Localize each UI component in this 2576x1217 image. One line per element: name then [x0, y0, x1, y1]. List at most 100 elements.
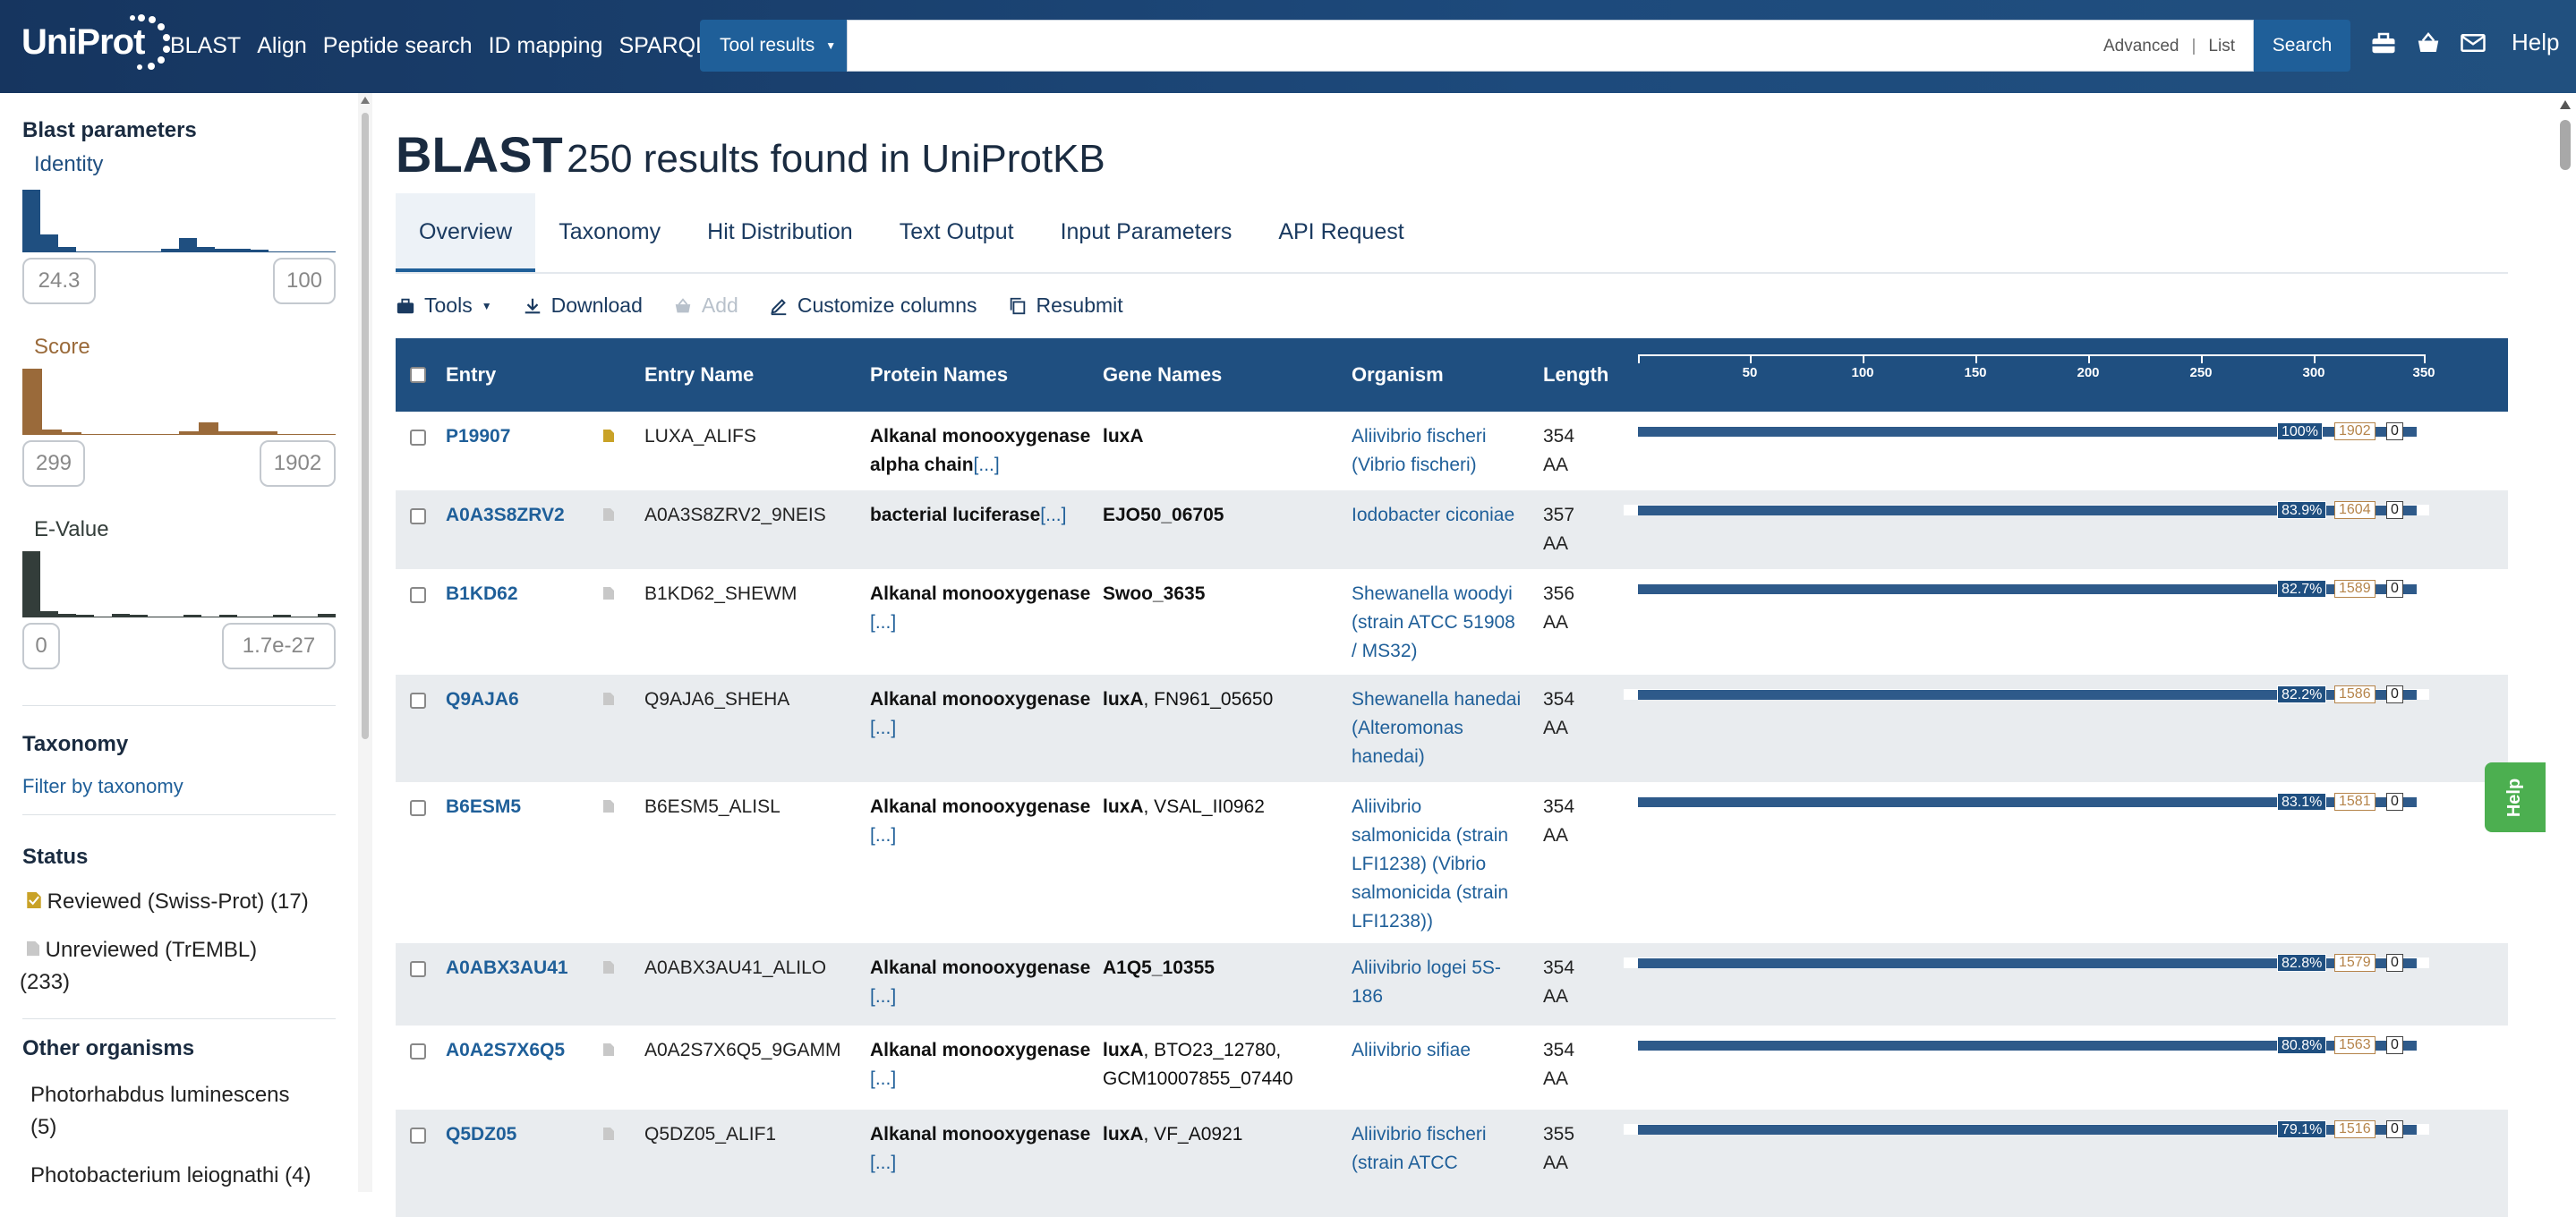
advanced-search-link[interactable]: Advanced: [2103, 37, 2179, 56]
status-reviewed-filter[interactable]: Reviewed (Swiss-Prot) (17): [27, 886, 309, 918]
organism-link[interactable]: Shewanella woodyi (strain ATCC 51908 / MS3…: [1352, 580, 1535, 666]
alignment-bar[interactable]: 83.1% 1581 0: [1624, 793, 2429, 811]
tab-input-parameters[interactable]: Input Parameters: [1037, 193, 1256, 272]
col-length[interactable]: Length: [1543, 338, 1608, 412]
sidebar-scrollbar[interactable]: [358, 93, 372, 1192]
help-side-tab[interactable]: Help: [2485, 762, 2546, 832]
alignment-bar[interactable]: 82.8% 1579 0: [1624, 954, 2429, 972]
scroll-up-icon[interactable]: [2560, 100, 2571, 109]
table-row[interactable]: Q5DZ05 Q5DZ05_ALIF1 Alkanal monooxygenase […: [396, 1110, 2508, 1217]
help-link[interactable]: Help: [2512, 29, 2559, 56]
nav-sparql[interactable]: SPARQL: [618, 27, 708, 64]
table-row[interactable]: A0ABX3AU41 A0ABX3AU41_ALILO Alkanal monoox…: [396, 943, 2508, 1026]
alignment-bar[interactable]: 100% 1902 0: [1624, 422, 2429, 440]
search-scope-dropdown[interactable]: Tool results ▼: [700, 20, 847, 72]
protein-names-more-link[interactable]: [...]: [870, 986, 896, 1007]
organism-link[interactable]: Aliivibrio salmonicida (strain LFI1238) (V…: [1352, 793, 1535, 936]
alignment-bar[interactable]: 82.7% 1589 0: [1624, 580, 2429, 598]
download-button[interactable]: Download: [523, 294, 643, 318]
nav-peptide-search[interactable]: Peptide search: [323, 27, 473, 64]
alignment-bar[interactable]: 80.8% 1563 0: [1624, 1036, 2429, 1054]
uniprot-logo[interactable]: UniProt: [21, 9, 170, 75]
page-scroll-thumb[interactable]: [2560, 120, 2571, 170]
evalue-max-input[interactable]: 1.7e-27: [222, 623, 336, 669]
entry-accession-link[interactable]: Q5DZ05: [446, 1120, 516, 1149]
search-button[interactable]: Search: [2254, 20, 2350, 72]
tab-taxonomy[interactable]: Taxonomy: [535, 193, 684, 272]
list-search-link[interactable]: List: [2208, 37, 2235, 56]
table-row[interactable]: A0A3S8ZRV2 A0A3S8ZRV2_9NEIS bacterial luci…: [396, 490, 2508, 569]
score-histogram[interactable]: [22, 363, 336, 435]
alignment-bar[interactable]: 79.1% 1516 0: [1624, 1120, 2429, 1138]
tab-overview[interactable]: Overview: [396, 193, 536, 272]
basket-icon[interactable]: [2415, 30, 2442, 56]
organism-filter-photorhabdus[interactable]: Photorhabdus luminescens (5): [30, 1079, 290, 1144]
alignment-bar[interactable]: 83.9% 1604 0: [1624, 501, 2429, 519]
sidebar-scroll-thumb[interactable]: [362, 113, 369, 739]
table-row[interactable]: B1KD62 B1KD62_SHEWM Alkanal monooxygenase […: [396, 569, 2508, 675]
table-row[interactable]: A0A2S7X6Q5 A0A2S7X6Q5_9GAMM Alkanal monoox…: [396, 1026, 2508, 1110]
organism-link[interactable]: Aliivibrio logei 5S- 186: [1352, 954, 1535, 1011]
score-max-input[interactable]: 1902: [260, 440, 336, 487]
evalue-histogram[interactable]: [22, 546, 336, 617]
identity-histogram[interactable]: [22, 181, 336, 252]
organism-link[interactable]: Iodobacter ciconiae: [1352, 501, 1535, 530]
nav-id-mapping[interactable]: ID mapping: [489, 27, 603, 64]
protein-names-more-link[interactable]: [...]: [870, 825, 896, 846]
customize-columns-button[interactable]: Customize columns: [769, 294, 977, 318]
tab-text-output[interactable]: Text Output: [876, 193, 1037, 272]
organism-filter-photobacterium[interactable]: Photobacterium leiognathi (4): [30, 1160, 311, 1192]
scroll-up-icon[interactable]: [361, 97, 370, 104]
entry-accession-link[interactable]: P19907: [446, 422, 510, 451]
nav-blast[interactable]: BLAST: [170, 27, 241, 64]
row-checkbox[interactable]: [410, 587, 426, 603]
protein-names-more-link[interactable]: [...]: [870, 1068, 896, 1089]
evalue-min-input[interactable]: 0: [22, 623, 60, 669]
tools-button[interactable]: Tools ▼: [396, 294, 492, 318]
row-checkbox[interactable]: [410, 508, 426, 524]
add-to-basket-button[interactable]: Add: [673, 294, 738, 318]
row-checkbox[interactable]: [410, 693, 426, 709]
row-checkbox[interactable]: [410, 1128, 426, 1144]
select-all-checkbox[interactable]: [410, 367, 426, 383]
nav-align[interactable]: Align: [257, 27, 307, 64]
search-input[interactable]: Advanced | List: [847, 20, 2254, 72]
row-checkbox[interactable]: [410, 1043, 426, 1060]
identity-min-input[interactable]: 24.3: [22, 258, 96, 304]
resubmit-button[interactable]: Resubmit: [1008, 294, 1123, 318]
protein-names-more-link[interactable]: [...]: [870, 1153, 896, 1173]
protein-names-more-link[interactable]: [...]: [870, 612, 896, 633]
row-checkbox[interactable]: [410, 430, 426, 446]
filter-by-taxonomy-link[interactable]: Filter by taxonomy: [22, 775, 183, 798]
entry-accession-link[interactable]: A0A3S8ZRV2: [446, 501, 565, 530]
row-checkbox[interactable]: [410, 800, 426, 816]
col-entry[interactable]: Entry: [446, 338, 496, 412]
identity-max-input[interactable]: 100: [273, 258, 336, 304]
page-scrollbar[interactable]: [2555, 93, 2576, 1192]
entry-accession-link[interactable]: A0A2S7X6Q5: [446, 1036, 565, 1065]
col-protein-names[interactable]: Protein Names: [870, 338, 1008, 412]
col-organism[interactable]: Organism: [1352, 338, 1444, 412]
protein-names-more-link[interactable]: [...]: [974, 455, 1000, 475]
status-unreviewed-filter[interactable]: Unreviewed (TrEMBL) (233): [20, 934, 313, 999]
alignment-bar[interactable]: 82.2% 1586 0: [1624, 685, 2429, 703]
col-gene-names[interactable]: Gene Names: [1103, 338, 1222, 412]
tab-api-request[interactable]: API Request: [1255, 193, 1427, 272]
mail-icon[interactable]: [2460, 30, 2486, 56]
entry-accession-link[interactable]: B6ESM5: [446, 793, 521, 821]
protein-names-more-link[interactable]: [...]: [1040, 505, 1066, 525]
entry-accession-link[interactable]: B1KD62: [446, 580, 518, 608]
table-row[interactable]: Q9AJA6 Q9AJA6_SHEHA Alkanal monooxygenase […: [396, 675, 2508, 782]
entry-accession-link[interactable]: Q9AJA6: [446, 685, 519, 714]
col-entry-name[interactable]: Entry Name: [644, 338, 754, 412]
organism-link[interactable]: Aliivibrio fischeri (strain ATCC: [1352, 1120, 1535, 1178]
table-row[interactable]: B6ESM5 B6ESM5_ALISL Alkanal monooxygenase […: [396, 782, 2508, 943]
organism-link[interactable]: Aliivibrio fischeri (Vibrio fischeri): [1352, 422, 1535, 480]
protein-names-more-link[interactable]: [...]: [870, 718, 896, 738]
table-row[interactable]: P19907 LUXA_ALIFS Alkanal monooxygenase alp…: [396, 412, 2508, 490]
organism-link[interactable]: Shewanella hanedai (Alteromonas hanedai): [1352, 685, 1535, 771]
tab-hit-distribution[interactable]: Hit Distribution: [684, 193, 876, 272]
score-min-input[interactable]: 299: [22, 440, 85, 487]
tools-icon[interactable]: [2370, 30, 2397, 56]
row-checkbox[interactable]: [410, 961, 426, 977]
